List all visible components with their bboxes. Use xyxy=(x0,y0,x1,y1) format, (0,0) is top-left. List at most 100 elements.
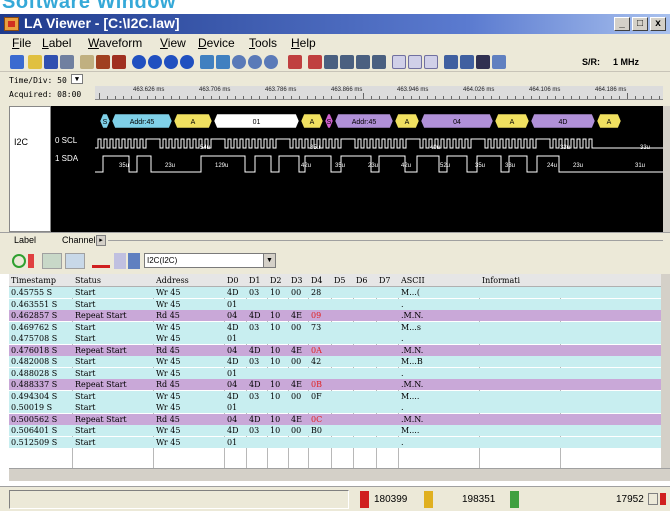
column-header[interactable]: D5 xyxy=(334,274,346,287)
sample-rate-value[interactable]: 1 MHz xyxy=(613,57,639,67)
list-icon[interactable] xyxy=(476,55,490,69)
ruler-tick-mark xyxy=(219,96,220,99)
bus-decode-icon[interactable] xyxy=(128,253,140,269)
menu-tools[interactable]: Tools xyxy=(249,36,277,50)
tab-channel[interactable]: Channel xyxy=(62,235,96,245)
waveform-vertical-scrollbar[interactable] xyxy=(663,106,670,232)
table-row[interactable]: 0.488337 S Repeat Start Rd 45 04 4D 10 4E 0B .M.… xyxy=(9,379,661,390)
back-icon[interactable] xyxy=(200,55,214,69)
table-row[interactable]: 0.506401 S Start Wr 45 4D 03 10 00 B0 M.... xyxy=(9,425,661,436)
sda-channel-label[interactable]: 1 SDA xyxy=(55,154,78,163)
stop-icon[interactable] xyxy=(164,55,178,69)
bus-format-icon[interactable] xyxy=(114,253,126,269)
menu-file[interactable]: File xyxy=(12,36,31,50)
paste-icon[interactable] xyxy=(112,55,126,69)
table-cell: 4D xyxy=(227,391,239,401)
table-row[interactable]: 0.488028 S Start Wr 45 01. xyxy=(9,367,661,379)
column-header[interactable]: D3 xyxy=(291,274,303,287)
table-row[interactable]: 0.462857 S Repeat Start Rd 45 04 4D 10 4E 09 .M.… xyxy=(9,310,661,321)
table-row[interactable]: 0.500562 S Repeat Start Rd 45 04 4D 10 4E 0C .M.… xyxy=(9,413,661,425)
waveform-display[interactable]: S Addr:45 A 01 A S Addr:45 A 04 A 4D A 54u 35u 40u 33u 3… xyxy=(95,106,663,232)
open-icon[interactable] xyxy=(28,55,42,69)
search-icon[interactable] xyxy=(324,55,338,69)
forward-icon[interactable] xyxy=(216,55,230,69)
column-header[interactable]: D1 xyxy=(249,274,261,287)
chevron-down-icon[interactable]: ▼ xyxy=(263,254,275,267)
close-button[interactable]: x xyxy=(650,17,666,31)
table-vertical-scrollbar[interactable] xyxy=(661,274,670,468)
pulse-icon[interactable] xyxy=(92,254,110,268)
column-header[interactable]: Informati xyxy=(482,274,520,287)
bus-stop-icon[interactable] xyxy=(28,254,34,268)
ruler-tick-mark xyxy=(403,96,404,99)
table-row[interactable]: 0.50019 S Start Wr 45 01. xyxy=(9,402,661,413)
bus-settings-icon[interactable] xyxy=(424,55,438,69)
channel-settings-icon[interactable] xyxy=(408,55,422,69)
table-row[interactable]: 0.45755 S Start Wr 45 4D 03 10 00 28 M...( xyxy=(9,287,661,298)
column-header[interactable]: Timestamp xyxy=(11,274,56,287)
ruler-tick-mark xyxy=(523,96,524,99)
table-row[interactable]: 0.463551 S Start Wr 45 01. xyxy=(9,298,661,310)
table-row[interactable]: 0.475708 S Start Wr 45 01. xyxy=(9,333,661,344)
edge-trigger-icon[interactable] xyxy=(308,55,322,69)
column-header[interactable]: D0 xyxy=(227,274,239,287)
bus-segment-label: A xyxy=(310,119,315,126)
save-icon[interactable] xyxy=(44,55,58,69)
single-run-icon[interactable] xyxy=(148,55,162,69)
copy-icon[interactable] xyxy=(96,55,110,69)
channel-select-2-icon[interactable] xyxy=(65,253,85,269)
column-header[interactable]: D2 xyxy=(270,274,282,287)
menu-view[interactable]: View xyxy=(160,36,186,50)
table-row[interactable]: 0.469762 S Start Wr 45 4D 03 10 00 73 M...s xyxy=(9,321,661,333)
trigger-icon[interactable] xyxy=(288,55,302,69)
bus-power-icon[interactable] xyxy=(12,254,26,268)
run-icon[interactable] xyxy=(132,55,146,69)
table-row[interactable]: 0.494304 S Start Wr 45 4D 03 10 00 0F M.... xyxy=(9,390,661,402)
column-header[interactable]: D4 xyxy=(311,274,323,287)
bus-toolbar: I2C(I2C) ▼ xyxy=(0,248,670,274)
table-row[interactable]: 0.476018 S Repeat Start Rd 45 04 4D 10 4E 0A .M.… xyxy=(9,344,661,356)
cursor-icon[interactable] xyxy=(10,55,24,69)
tab-scroll-right-icon[interactable]: ▸ xyxy=(96,235,106,246)
cursor-a-flag-icon xyxy=(360,491,369,508)
time-ruler[interactable]: 463.626 ms 463.706 ms 463.786 ms 463.866 ms… xyxy=(95,86,663,100)
time-div-dropdown-icon[interactable]: ▼ xyxy=(71,74,83,84)
menu-waveform[interactable]: Waveform xyxy=(88,36,142,50)
bus-name-label[interactable]: I2C xyxy=(14,137,28,147)
zoom-fit-icon[interactable] xyxy=(264,55,278,69)
table-row[interactable]: 0.482008 S Start Wr 45 4D 03 10 00 42 M...B xyxy=(9,356,661,367)
ruler-tick-mark xyxy=(147,96,148,99)
menu-label[interactable]: Label xyxy=(42,36,71,50)
column-header[interactable]: ASCII xyxy=(401,274,425,287)
packet-table[interactable]: Timestamp Status Address D0 D1 D2 D3 D4 D5 D6 D7 AS… xyxy=(9,274,661,468)
channel-select-icon[interactable] xyxy=(42,253,62,269)
table-cell: M...( xyxy=(401,288,420,297)
bus-segment-label: S xyxy=(103,119,108,126)
zoom-out-icon[interactable] xyxy=(248,55,262,69)
menu-help[interactable]: Help xyxy=(291,36,316,50)
tab-label[interactable]: Label xyxy=(14,235,36,245)
scl-channel-label[interactable]: 0 SCL xyxy=(55,136,77,145)
monitor-icon[interactable] xyxy=(444,55,458,69)
column-header[interactable]: D7 xyxy=(379,274,391,287)
menu-device[interactable]: Device xyxy=(198,36,235,50)
repeat-run-icon[interactable] xyxy=(180,55,194,69)
column-header[interactable]: D6 xyxy=(356,274,368,287)
print-icon[interactable] xyxy=(60,55,74,69)
minimize-button[interactable]: _ xyxy=(614,17,630,31)
column-header[interactable]: Address xyxy=(156,274,189,287)
wand-icon[interactable] xyxy=(492,55,506,69)
grid-icon[interactable] xyxy=(392,55,406,69)
table-cell: M...B xyxy=(401,357,423,366)
table-row[interactable]: 0.512509 S Start Wr 45 01. xyxy=(9,436,661,448)
cut-icon[interactable] xyxy=(80,55,94,69)
bus-select[interactable]: I2C(I2C) ▼ xyxy=(144,253,276,268)
column-header[interactable]: Status xyxy=(75,274,101,287)
table-horizontal-scrollbar[interactable] xyxy=(9,468,670,481)
restore-button[interactable]: □ xyxy=(632,17,648,31)
search-all-icon[interactable] xyxy=(372,55,386,69)
window-icon[interactable] xyxy=(460,55,474,69)
zoom-in-icon[interactable] xyxy=(232,55,246,69)
search-prev-icon[interactable] xyxy=(356,55,370,69)
search-next-icon[interactable] xyxy=(340,55,354,69)
